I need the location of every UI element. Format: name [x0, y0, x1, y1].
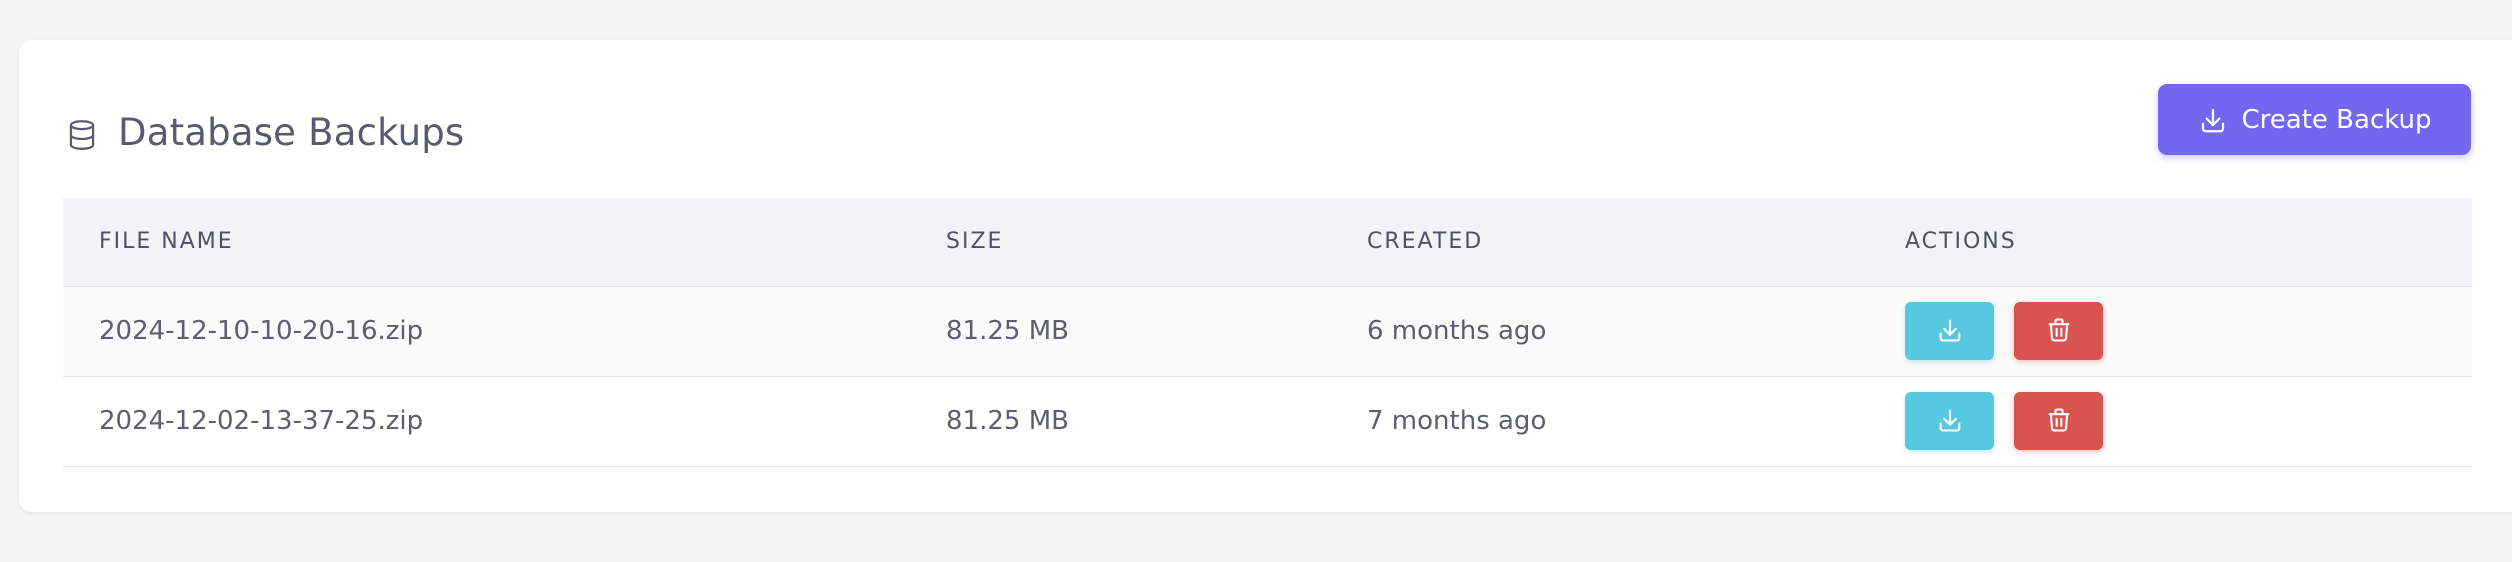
- file-name-cell: 2024-12-10-10-20-16.zip: [99, 316, 424, 346]
- actions-cell: [1905, 286, 2472, 376]
- created-cell: 6 months ago: [1367, 316, 1547, 346]
- database-icon: [64, 117, 100, 153]
- column-header-created: CREATED: [1367, 198, 1905, 287]
- delete-backup-button[interactable]: [2014, 302, 2103, 360]
- download-backup-button[interactable]: [1905, 392, 1994, 450]
- backups-table: FILE NAME SIZE CREATED ACTIONS 2024-12-1…: [63, 198, 2472, 467]
- create-backup-button[interactable]: Create Backup: [2158, 84, 2471, 155]
- download-icon: [1936, 316, 1964, 347]
- column-header-actions: ACTIONS: [1905, 198, 2472, 287]
- trash-icon: [2045, 316, 2073, 347]
- size-cell: 81.25 MB: [946, 316, 1069, 346]
- create-backup-label: Create Backup: [2241, 104, 2432, 135]
- card-header: Database Backups Create Backup: [19, 40, 2512, 200]
- table-body: 2024-12-10-10-20-16.zip 81.25 MB 6 month…: [63, 286, 2472, 466]
- column-header-file-name: FILE NAME: [63, 198, 946, 287]
- file-name-cell: 2024-12-02-13-37-25.zip: [99, 406, 424, 436]
- download-icon: [2198, 105, 2228, 135]
- title-group: Database Backups: [64, 97, 464, 167]
- created-cell: 7 months ago: [1367, 406, 1547, 436]
- size-cell: 81.25 MB: [946, 406, 1069, 436]
- download-backup-button[interactable]: [1905, 302, 1994, 360]
- column-header-size: SIZE: [946, 198, 1367, 287]
- delete-backup-button[interactable]: [2014, 392, 2103, 450]
- table-row: 2024-12-02-13-37-25.zip 81.25 MB 7 month…: [63, 376, 2472, 466]
- backups-card: Database Backups Create Backup FILE NAME…: [19, 40, 2512, 512]
- backups-table-wrapper: FILE NAME SIZE CREATED ACTIONS 2024-12-1…: [63, 198, 2472, 467]
- page-title: Database Backups: [118, 110, 465, 154]
- trash-icon: [2045, 406, 2073, 437]
- actions-cell: [1905, 376, 2472, 466]
- table-header-row: FILE NAME SIZE CREATED ACTIONS: [63, 198, 2472, 287]
- table-row: 2024-12-10-10-20-16.zip 81.25 MB 6 month…: [63, 286, 2472, 376]
- table-header: FILE NAME SIZE CREATED ACTIONS: [63, 198, 2472, 287]
- download-icon: [1936, 406, 1964, 437]
